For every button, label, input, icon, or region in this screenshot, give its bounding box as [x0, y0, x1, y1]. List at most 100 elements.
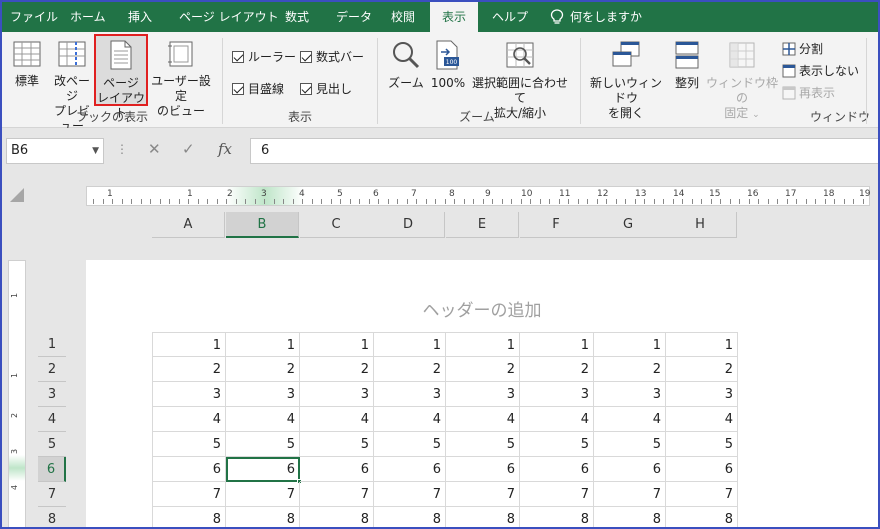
row-header-4[interactable]: 4: [38, 407, 66, 432]
cell-a1[interactable]: 1: [152, 332, 226, 357]
cell-h6[interactable]: 6: [664, 457, 738, 482]
freeze-panes-button[interactable]: ウィンドウ枠の 固定 ⌄: [706, 40, 778, 123]
cell-e2[interactable]: 2: [446, 357, 520, 382]
cell-b3[interactable]: 3: [226, 382, 300, 407]
cell-a2[interactable]: 2: [152, 357, 226, 382]
zoom-button[interactable]: ズーム: [386, 40, 426, 91]
cell-a6[interactable]: 6: [152, 457, 226, 482]
cell-g6[interactable]: 6: [592, 457, 666, 482]
row-header-5[interactable]: 5: [38, 432, 66, 457]
cell-c3[interactable]: 3: [300, 382, 374, 407]
cell-b6[interactable]: 6: [226, 457, 302, 484]
cell-a3[interactable]: 3: [152, 382, 226, 407]
tell-me-search[interactable]: 何をしますか: [550, 2, 642, 32]
insert-function-icon[interactable]: fx: [218, 140, 232, 158]
cell-f6[interactable]: 6: [520, 457, 594, 482]
cell-g7[interactable]: 7: [592, 482, 666, 507]
tab-view[interactable]: 表示: [430, 2, 478, 32]
cell-f1[interactable]: 1: [520, 332, 594, 357]
cell-c1[interactable]: 1: [300, 332, 374, 357]
cell-h2[interactable]: 2: [664, 357, 738, 382]
headings-checkbox[interactable]: 見出し: [300, 80, 352, 97]
cell-d4[interactable]: 4: [372, 407, 446, 432]
cell-d5[interactable]: 5: [372, 432, 446, 457]
hide-window-button[interactable]: 表示しない: [782, 62, 859, 79]
cell-d2[interactable]: 2: [372, 357, 446, 382]
cell-b2[interactable]: 2: [226, 357, 300, 382]
cell-f5[interactable]: 5: [520, 432, 594, 457]
cell-a5[interactable]: 5: [152, 432, 226, 457]
cell-a8[interactable]: 8: [152, 507, 226, 527]
cell-c4[interactable]: 4: [300, 407, 374, 432]
enter-check-icon[interactable]: ✓: [182, 140, 195, 158]
gridlines-checkbox[interactable]: 目盛線: [232, 80, 284, 97]
cell-f2[interactable]: 2: [520, 357, 594, 382]
formula-bar-checkbox[interactable]: 数式バー: [300, 48, 364, 65]
cell-h5[interactable]: 5: [664, 432, 738, 457]
cell-d1[interactable]: 1: [372, 332, 446, 357]
cell-e7[interactable]: 7: [446, 482, 520, 507]
cell-c5[interactable]: 5: [300, 432, 374, 457]
row-header-8[interactable]: 8: [38, 507, 66, 527]
tab-review[interactable]: 校閲: [391, 2, 415, 32]
cell-d3[interactable]: 3: [372, 382, 446, 407]
column-header-c[interactable]: C: [300, 212, 373, 238]
row-header-6[interactable]: 6: [38, 457, 66, 482]
chevron-down-icon[interactable]: ▼: [92, 139, 99, 163]
column-header-f[interactable]: F: [520, 212, 593, 238]
unhide-window-button[interactable]: 再表示: [782, 84, 835, 101]
tab-page-layout[interactable]: ページ レイアウト: [179, 2, 279, 32]
cell-e3[interactable]: 3: [446, 382, 520, 407]
formula-input[interactable]: 6: [250, 138, 878, 164]
cell-d6[interactable]: 6: [372, 457, 446, 482]
tab-help[interactable]: ヘルプ: [492, 2, 528, 32]
arrange-all-button[interactable]: 整列: [672, 40, 702, 91]
column-header-g[interactable]: G: [592, 212, 665, 238]
cell-c2[interactable]: 2: [300, 357, 374, 382]
cell-g3[interactable]: 3: [592, 382, 666, 407]
more-options-icon[interactable]: ⋮: [116, 142, 128, 156]
cell-b1[interactable]: 1: [226, 332, 300, 357]
cell-b8[interactable]: 8: [226, 507, 300, 527]
cancel-icon[interactable]: ✕: [148, 140, 161, 158]
cell-g5[interactable]: 5: [592, 432, 666, 457]
cell-h8[interactable]: 8: [664, 507, 738, 527]
cell-h7[interactable]: 7: [664, 482, 738, 507]
cell-g2[interactable]: 2: [592, 357, 666, 382]
row-header-1[interactable]: 1: [38, 332, 66, 357]
cell-e4[interactable]: 4: [446, 407, 520, 432]
column-header-h[interactable]: H: [664, 212, 737, 238]
cell-f7[interactable]: 7: [520, 482, 594, 507]
name-box[interactable]: B6 ▼: [6, 138, 104, 164]
cell-c8[interactable]: 8: [300, 507, 374, 527]
normal-view-button[interactable]: 標準: [10, 40, 44, 89]
add-header-placeholder[interactable]: ヘッダーの追加: [86, 296, 878, 321]
cell-e8[interactable]: 8: [446, 507, 520, 527]
cell-c7[interactable]: 7: [300, 482, 374, 507]
zoom-100-button[interactable]: 100 100%: [430, 40, 466, 91]
tab-home[interactable]: ホーム: [70, 2, 106, 32]
cell-e1[interactable]: 1: [446, 332, 520, 357]
ruler-checkbox[interactable]: ルーラー: [232, 48, 296, 65]
cell-d8[interactable]: 8: [372, 507, 446, 527]
select-all-corner[interactable]: [10, 188, 24, 202]
column-header-a[interactable]: A: [152, 212, 225, 238]
column-header-b[interactable]: B: [226, 212, 299, 238]
cell-a4[interactable]: 4: [152, 407, 226, 432]
row-header-3[interactable]: 3: [38, 382, 66, 407]
row-header-7[interactable]: 7: [38, 482, 66, 507]
split-button[interactable]: 分割: [782, 40, 823, 57]
tab-data[interactable]: データ: [336, 2, 372, 32]
cell-h3[interactable]: 3: [664, 382, 738, 407]
cell-a7[interactable]: 7: [152, 482, 226, 507]
cell-b4[interactable]: 4: [226, 407, 300, 432]
cell-e6[interactable]: 6: [446, 457, 520, 482]
new-window-button[interactable]: 新しいウィンドウ を開く: [586, 40, 666, 121]
cell-c6[interactable]: 6: [300, 457, 374, 482]
row-header-2[interactable]: 2: [38, 357, 66, 382]
column-header-d[interactable]: D: [372, 212, 445, 238]
cell-f4[interactable]: 4: [520, 407, 594, 432]
cell-b7[interactable]: 7: [226, 482, 300, 507]
cell-g1[interactable]: 1: [592, 332, 666, 357]
cell-g4[interactable]: 4: [592, 407, 666, 432]
